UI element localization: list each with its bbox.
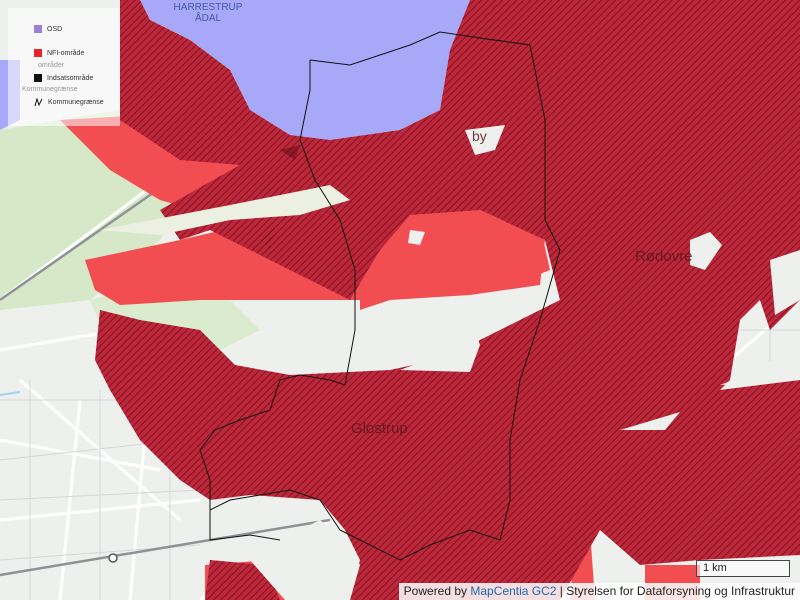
legend-item-label: OSD bbox=[47, 25, 63, 33]
square-swatch-icon bbox=[34, 49, 42, 57]
place-label-glostrup: Glostrup bbox=[351, 420, 408, 437]
legend-item-indsats[interactable]: Indsatsområde bbox=[34, 74, 93, 82]
map-canvas[interactable] bbox=[0, 0, 800, 600]
square-swatch-icon bbox=[34, 25, 42, 33]
map-legend: OSD NFI-område områder Indsatsområde Kom… bbox=[8, 8, 120, 126]
place-label-harrestrup: HARRESTRUP ÅDAL bbox=[173, 2, 243, 24]
attribution-bar: Powered by MapCentia GC2 | Styrelsen for… bbox=[398, 583, 800, 600]
legend-item-osd[interactable]: OSD bbox=[34, 25, 62, 33]
attribution-suffix: | Styrelsen for Dataforsyning og Infrast… bbox=[559, 584, 795, 598]
place-label-by: by bbox=[472, 128, 487, 144]
scale-bar: 1 km bbox=[696, 560, 790, 577]
scale-label: 1 km bbox=[703, 562, 727, 574]
legend-item-label: Kommunegrænse bbox=[48, 99, 104, 106]
legend-ghost-label: områder bbox=[38, 62, 65, 69]
mapcentia-link[interactable]: MapCentia GC2 bbox=[470, 584, 556, 598]
legend-item-boundary[interactable]: Kommunegrænse bbox=[34, 98, 104, 107]
legend-item-nfi[interactable]: NFI-område bbox=[34, 49, 84, 57]
boundary-line-icon bbox=[34, 98, 43, 107]
legend-item-label: Indsatsområde bbox=[47, 74, 94, 82]
legend-item-label: NFI-område bbox=[47, 49, 85, 57]
place-label-rodovre: Rødovre bbox=[635, 248, 693, 265]
square-swatch-icon bbox=[34, 74, 42, 82]
attribution-prefix: Powered by bbox=[403, 584, 468, 598]
station-icon[interactable] bbox=[108, 553, 118, 563]
legend-ghost-label: Kommunegrænse bbox=[22, 86, 78, 93]
